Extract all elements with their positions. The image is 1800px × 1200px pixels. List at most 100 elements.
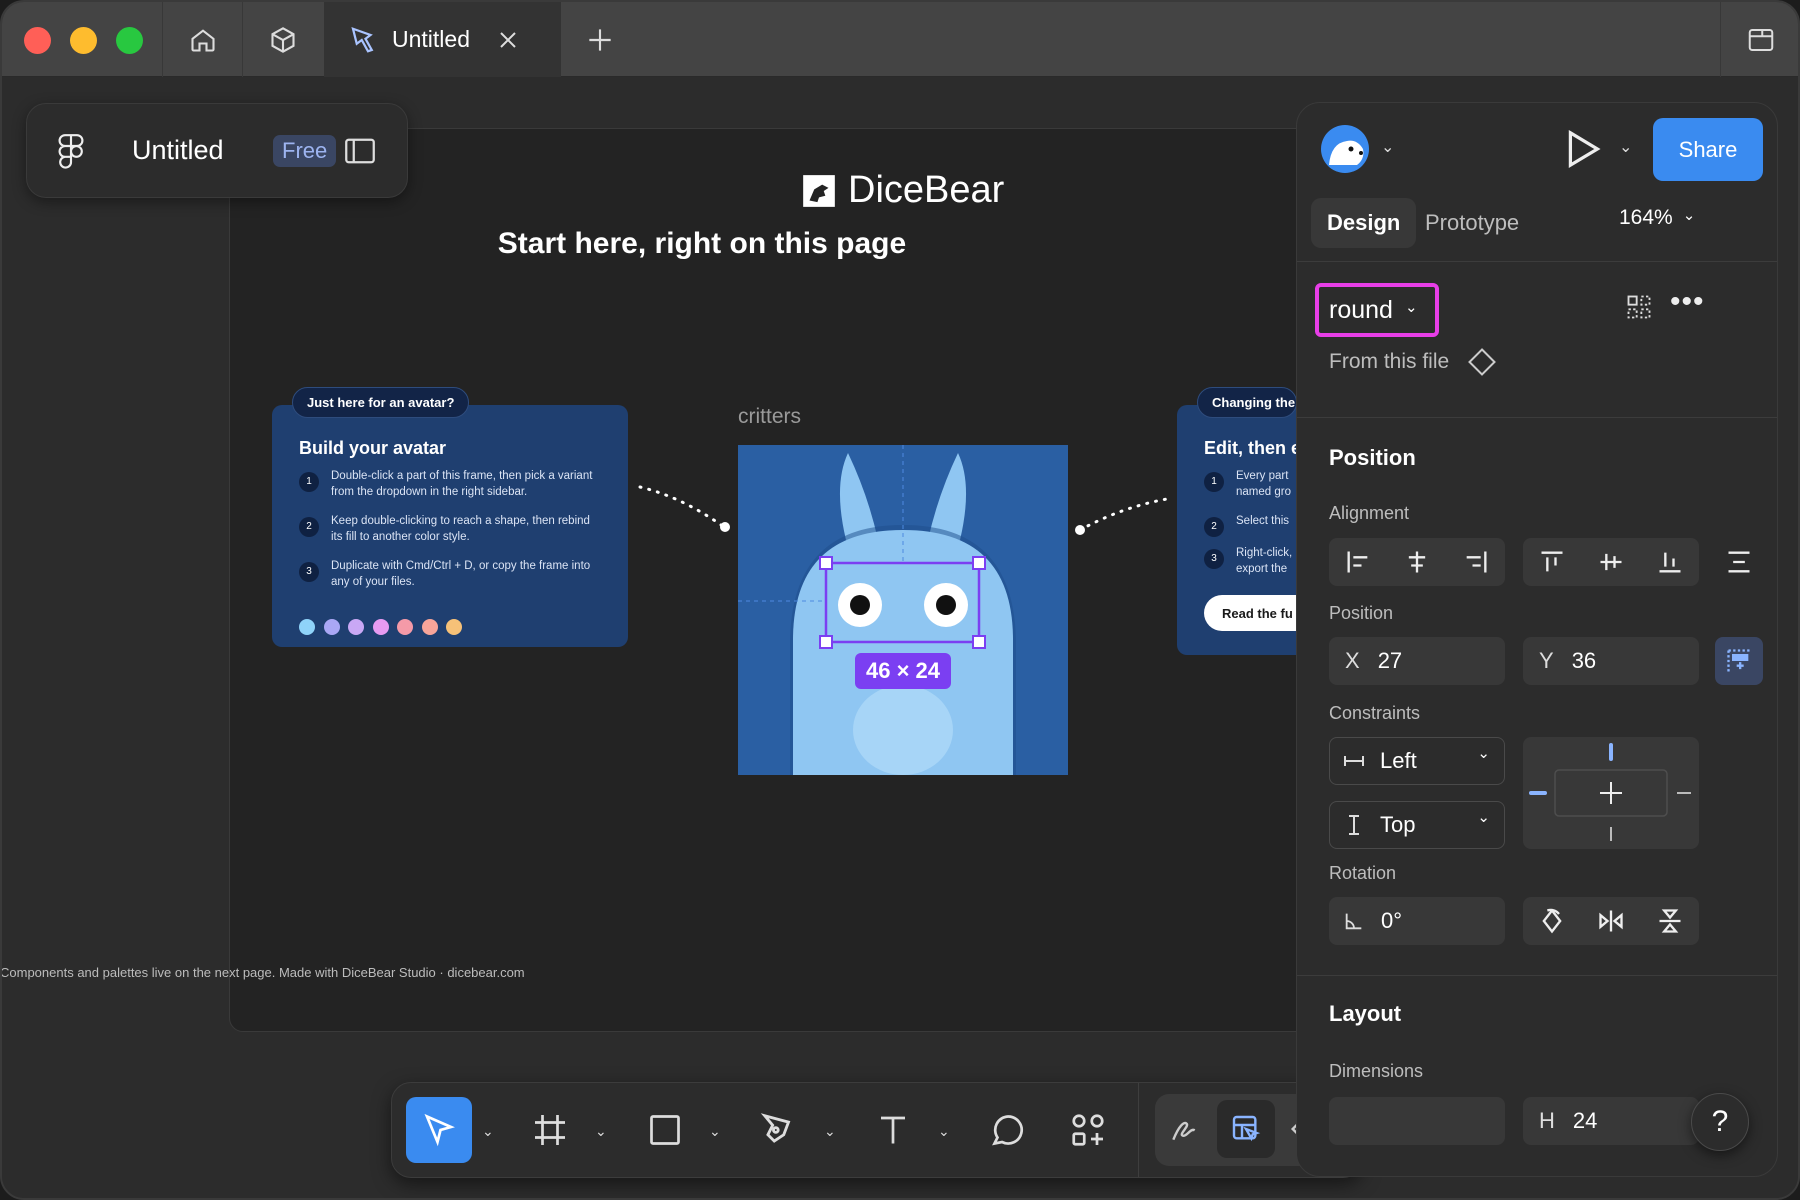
constraint-v-chevron-icon: ⌄ <box>1477 809 1490 826</box>
frame-tool-button[interactable] <box>517 1097 583 1163</box>
align-bottom-button[interactable] <box>1641 538 1699 586</box>
pen-tool-chevron-icon[interactable]: ⌄ <box>824 1123 836 1140</box>
step-number: 1 <box>299 472 319 492</box>
step-item: 3 Right-click, export the <box>1204 545 1297 577</box>
present-play-icon[interactable] <box>1565 129 1601 169</box>
instance-grid-icon[interactable] <box>1625 293 1653 321</box>
frame-label[interactable]: critters <box>738 405 801 429</box>
step-text: Double-click a part of this frame, then … <box>331 470 593 498</box>
shape-tool-chevron-icon[interactable]: ⌄ <box>709 1123 721 1140</box>
tab-design[interactable]: Design <box>1311 198 1417 248</box>
home-button[interactable] <box>162 2 242 77</box>
tab-untitled[interactable]: Untitled <box>324 2 561 77</box>
close-tab-icon[interactable] <box>496 28 520 52</box>
draw-icon <box>1172 1121 1196 1141</box>
zoom-window-button[interactable] <box>116 27 143 54</box>
figma-menu-icon[interactable] <box>57 134 85 170</box>
alignment-label: Alignment <box>1329 503 1410 523</box>
vertical-constraint-select[interactable]: Top ⌄ <box>1329 801 1505 849</box>
constraint-h-value: Left <box>1380 748 1417 773</box>
sidebar-toggle-icon[interactable] <box>345 137 375 165</box>
align-middle-button[interactable] <box>1582 538 1640 586</box>
community-button[interactable] <box>242 2 322 77</box>
read-more-button[interactable]: Read the fu <box>1204 595 1297 631</box>
layout-section-title: Layout <box>1329 1001 1402 1026</box>
pen-tool-button[interactable] <box>746 1097 812 1163</box>
window-layout-button[interactable] <box>1720 2 1798 77</box>
component-diamond-icon[interactable] <box>1467 347 1497 377</box>
x-label: X <box>1345 648 1360 673</box>
design-mode-button[interactable] <box>1217 1100 1275 1158</box>
window-icon <box>1748 28 1773 51</box>
cube-icon <box>270 26 295 53</box>
frame-tool-chevron-icon[interactable]: ⌄ <box>595 1123 607 1140</box>
brand-name: DiceBear <box>848 169 1005 211</box>
text-tool-chevron-icon[interactable]: ⌄ <box>938 1123 950 1140</box>
new-tab-button[interactable] <box>584 24 616 56</box>
step-item: 2 Select this <box>1204 513 1297 537</box>
draw-mode-button[interactable] <box>1155 1100 1213 1158</box>
tab-title: Untitled <box>392 26 470 52</box>
zoom-chevron-icon: ⌄ <box>1682 207 1696 224</box>
right-card-clip: Edit, then e 1 Every part named gro 2 Se… <box>1177 405 1297 655</box>
x-input[interactable]: X 27 <box>1329 637 1505 685</box>
more-options-icon[interactable]: ••• <box>1670 285 1705 319</box>
text-tool-button[interactable] <box>860 1097 926 1163</box>
align-center-h-button[interactable] <box>1388 538 1446 586</box>
variant-name: round <box>1329 295 1393 324</box>
shape-tool-button[interactable] <box>632 1097 698 1163</box>
help-button[interactable]: ? <box>1691 1093 1749 1151</box>
y-input[interactable]: Y 36 <box>1523 637 1699 685</box>
flip-vertical-button[interactable] <box>1641 897 1699 945</box>
step-number: 2 <box>299 517 319 537</box>
variant-dropdown[interactable]: round ⌄ <box>1315 283 1439 337</box>
zoom-value: 164% <box>1619 206 1673 229</box>
move-tool-chevron-icon[interactable]: ⌄ <box>482 1123 494 1140</box>
palette-swatch <box>421 619 438 635</box>
file-name[interactable]: Untitled <box>132 135 224 166</box>
user-menu-chevron-icon[interactable]: ⌄ <box>1381 137 1394 157</box>
align-top-button[interactable] <box>1523 538 1581 586</box>
divider <box>1297 975 1777 976</box>
card-title: Edit, then e <box>1204 438 1297 458</box>
rotation-input[interactable]: 0° <box>1329 897 1505 945</box>
connector-left <box>638 485 730 532</box>
comment-tool-button[interactable] <box>975 1097 1041 1163</box>
step-number: 2 <box>1204 517 1224 537</box>
distribute-icon[interactable] <box>1725 548 1753 576</box>
h-input[interactable]: H 24 <box>1523 1097 1699 1145</box>
zoom-level[interactable]: 164% ⌄ <box>1619 206 1695 230</box>
variant-chevron-icon: ⌄ <box>1404 298 1418 316</box>
absolute-position-button[interactable] <box>1715 637 1763 685</box>
share-button[interactable]: Share <box>1653 118 1763 181</box>
present-chevron-icon[interactable]: ⌄ <box>1619 137 1632 157</box>
title-bar: Untitled <box>2 2 1798 77</box>
minimize-window-button[interactable] <box>70 27 97 54</box>
constraint-v-value: Top <box>1380 812 1416 837</box>
flip-horizontal-button[interactable] <box>1582 897 1640 945</box>
palette-swatch <box>372 619 389 635</box>
card-title: Build your avatar <box>299 438 447 458</box>
flip-vertical-icon <box>1659 909 1681 933</box>
critters-avatar-frame[interactable]: 46 × 24 <box>738 445 1068 775</box>
align-right-button[interactable] <box>1447 538 1505 586</box>
absolute-position-icon <box>1727 649 1750 672</box>
horizontal-constraint-select[interactable]: Left ⌄ <box>1329 737 1505 785</box>
constraint-widget[interactable] <box>1523 737 1699 849</box>
user-avatar[interactable] <box>1321 125 1369 173</box>
align-left-button[interactable] <box>1329 538 1387 586</box>
move-tool-button[interactable] <box>406 1097 472 1163</box>
build-avatar-card[interactable]: 1 Double-click a part of this frame, the… <box>272 405 628 647</box>
rotation-label: Rotation <box>1329 863 1397 883</box>
plan-badge[interactable]: Free <box>273 135 337 167</box>
align-middle-icon <box>1600 553 1622 571</box>
edit-export-card[interactable]: Edit, then e 1 Every part named gro 2 Se… <box>1177 405 1297 655</box>
close-window-button[interactable] <box>24 27 51 54</box>
home-icon <box>190 28 215 52</box>
vertical-constraint-icon <box>1349 815 1359 835</box>
selection-size-badge: 46 × 24 <box>855 653 951 689</box>
rotate-button[interactable] <box>1523 897 1581 945</box>
actions-button[interactable] <box>1055 1097 1121 1163</box>
tab-prototype[interactable]: Prototype <box>1409 198 1535 248</box>
w-input[interactable] <box>1329 1097 1505 1145</box>
